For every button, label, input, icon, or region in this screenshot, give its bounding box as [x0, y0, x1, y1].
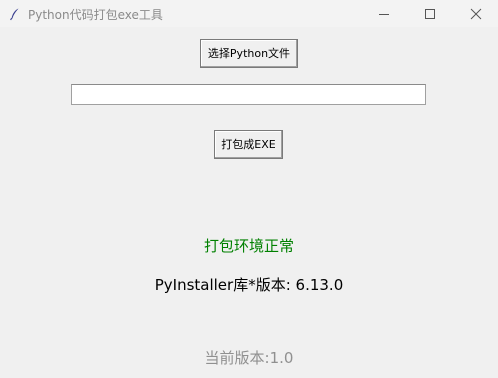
- minimize-icon: [379, 14, 389, 15]
- minimize-button[interactable]: [361, 0, 407, 27]
- close-icon: [470, 8, 482, 20]
- app-window: Python代码打包exe工具 选择Python文件 打包成EXE 打包环境正常…: [0, 0, 498, 378]
- select-python-file-button[interactable]: 选择Python文件: [200, 39, 298, 68]
- window-title: Python代码打包exe工具: [28, 8, 163, 22]
- environment-status-label: 打包环境正常: [203, 237, 294, 255]
- pyinstaller-version-label: PyInstaller库*版本: 6.13.0: [154, 276, 344, 294]
- file-path-input[interactable]: [71, 84, 426, 105]
- current-version-label: 当前版本:1.0: [204, 349, 294, 367]
- title-bar[interactable]: Python代码打包exe工具: [0, 0, 498, 27]
- pack-exe-button[interactable]: 打包成EXE: [214, 130, 283, 159]
- feather-icon: [8, 6, 22, 21]
- maximize-icon: [425, 9, 435, 19]
- close-button[interactable]: [453, 0, 498, 27]
- maximize-button[interactable]: [407, 0, 453, 27]
